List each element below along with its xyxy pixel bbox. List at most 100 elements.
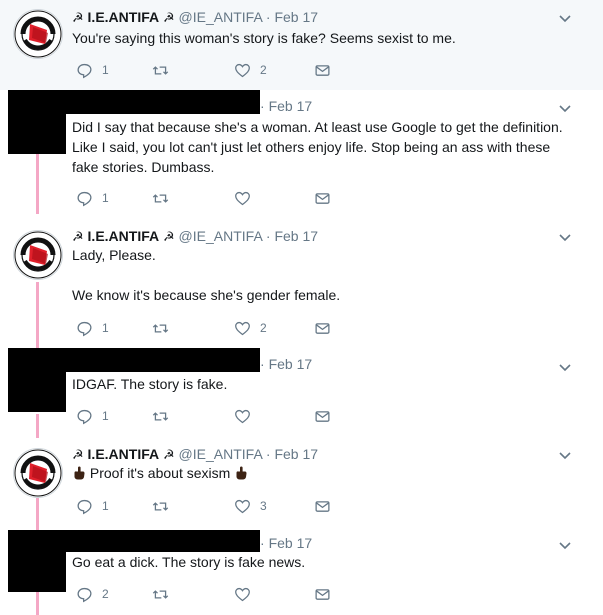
reply-button[interactable]: 1: [76, 406, 109, 426]
retweet-icon: [152, 411, 169, 421]
tweet-text: You're saying this woman's story is fake…: [72, 30, 456, 46]
tweet-actions: 1 3: [72, 496, 352, 516]
heart-icon: [235, 409, 250, 423]
hammer-sickle-icon: ☭: [163, 229, 175, 244]
reply-button[interactable]: 1: [76, 188, 109, 208]
tweet-date[interactable]: Feb 17: [269, 98, 313, 114]
retweet-button[interactable]: [152, 584, 178, 604]
reply-button[interactable]: 2: [76, 584, 109, 604]
tweet-date[interactable]: Feb 17: [269, 535, 313, 551]
tweet-actions: 2: [72, 584, 352, 604]
retweet-button[interactable]: [152, 406, 178, 426]
heart-icon: [235, 191, 250, 205]
tweet-header: · Feb 17: [260, 97, 312, 115]
dm-button[interactable]: [314, 496, 331, 516]
chevron-down-icon[interactable]: [558, 538, 572, 552]
author-name[interactable]: I.E.ANTIFA: [88, 446, 160, 462]
retweet-icon: [152, 589, 169, 599]
tweet[interactable]: · Feb 17 IDGAF. The story is fake. 1: [0, 348, 603, 438]
author-handle[interactable]: @IE_ANTIFA: [179, 9, 262, 25]
like-button[interactable]: 2: [234, 318, 267, 338]
tweet-date[interactable]: Feb 17: [274, 9, 318, 25]
dm-button[interactable]: [314, 318, 331, 338]
redacted-name: [66, 90, 260, 114]
tweet-date[interactable]: Feb 17: [269, 356, 313, 372]
avatar[interactable]: [13, 230, 63, 280]
redacted-avatar: [8, 530, 66, 592]
reply-count: 2: [102, 587, 109, 601]
avatar[interactable]: [13, 448, 63, 498]
tweet[interactable]: ☭ I.E.ANTIFA ☭ @IE_ANTIFA · Feb 17 Proof…: [0, 438, 603, 530]
retweet-icon: [152, 65, 169, 75]
reply-count: 1: [102, 321, 109, 335]
chevron-down-icon[interactable]: [558, 11, 572, 25]
hammer-sickle-icon: ☭: [72, 10, 84, 25]
tweet[interactable]: · Feb 17 Did I say that because she's a …: [0, 90, 603, 220]
chevron-down-icon[interactable]: [558, 360, 572, 374]
like-count: 2: [260, 63, 267, 77]
reply-count: 1: [102, 191, 109, 205]
tweet[interactable]: ☭ I.E.ANTIFA ☭ @IE_ANTIFA · Feb 17 Lady,…: [0, 220, 603, 350]
dm-button[interactable]: [314, 60, 331, 80]
like-button[interactable]: 3: [234, 496, 267, 516]
reply-button[interactable]: 1: [76, 496, 109, 516]
author-name[interactable]: I.E.ANTIFA: [88, 9, 160, 25]
retweet-button[interactable]: [152, 60, 178, 80]
avatar[interactable]: [13, 9, 63, 59]
separator: ·: [265, 446, 271, 462]
chevron-down-icon[interactable]: [558, 101, 572, 115]
tweet[interactable]: · Feb 17 Go eat a dick. The story is fak…: [0, 530, 603, 615]
like-count: 2: [260, 321, 267, 335]
tweet-date[interactable]: Feb 17: [274, 228, 318, 244]
author-handle[interactable]: @IE_ANTIFA: [179, 446, 262, 462]
retweet-button[interactable]: [152, 496, 178, 516]
retweet-button[interactable]: [152, 318, 178, 338]
dm-button[interactable]: [314, 584, 331, 604]
tweet-text: Lady, Please. We know it's because she's…: [72, 247, 341, 303]
tweet-text: Did I say that because she's a woman. At…: [72, 119, 563, 175]
chevron-down-icon[interactable]: [558, 448, 572, 462]
retweet-icon: [152, 501, 169, 511]
tweet-date[interactable]: Feb 17: [274, 446, 318, 462]
hammer-sickle-icon: ☭: [163, 447, 175, 462]
heart-icon: [235, 321, 250, 335]
hammer-sickle-icon: ☭: [72, 447, 84, 462]
reply-count: 1: [102, 409, 109, 423]
tweet-header: · Feb 17: [260, 355, 312, 373]
author-handle[interactable]: @IE_ANTIFA: [179, 228, 262, 244]
heart-icon: [235, 499, 250, 513]
tweet-text: Go eat a dick. The story is fake news.: [72, 554, 306, 570]
reply-icon: [77, 409, 92, 424]
reply-count: 1: [102, 499, 109, 513]
like-button[interactable]: [234, 406, 260, 426]
tweet-actions: 1 2: [72, 60, 352, 80]
reply-icon: [77, 587, 92, 602]
heart-icon: [235, 587, 250, 601]
redacted-avatar: [8, 348, 66, 412]
reply-icon: [77, 191, 92, 206]
middle-finger-emoji: [236, 466, 247, 480]
dm-button[interactable]: [314, 188, 331, 208]
tweet[interactable]: ☭ I.E.ANTIFA ☭ @IE_ANTIFA · Feb 17 You'r…: [0, 0, 603, 90]
reply-icon: [77, 499, 92, 514]
dm-button[interactable]: [314, 406, 331, 426]
tweet-actions: 1 2: [72, 318, 352, 338]
like-button[interactable]: [234, 584, 260, 604]
retweet-icon: [152, 193, 169, 203]
reply-button[interactable]: 1: [76, 60, 109, 80]
like-button[interactable]: [234, 188, 260, 208]
tweet-actions: 1: [72, 406, 352, 426]
author-name[interactable]: I.E.ANTIFA: [88, 228, 160, 244]
tweet-text: Proof it's about sexism: [72, 463, 582, 483]
chevron-down-icon[interactable]: [558, 230, 572, 244]
like-button[interactable]: 2: [234, 60, 267, 80]
tweet-header: ☭ I.E.ANTIFA ☭ @IE_ANTIFA · Feb 17: [72, 8, 318, 26]
separator: ·: [260, 535, 265, 551]
envelope-icon: [315, 192, 330, 204]
redacted-name: [66, 530, 260, 552]
retweet-button[interactable]: [152, 188, 178, 208]
redacted-avatar: [8, 90, 66, 154]
reply-button[interactable]: 1: [76, 318, 109, 338]
separator: ·: [265, 228, 271, 244]
hammer-sickle-icon: ☭: [72, 229, 84, 244]
